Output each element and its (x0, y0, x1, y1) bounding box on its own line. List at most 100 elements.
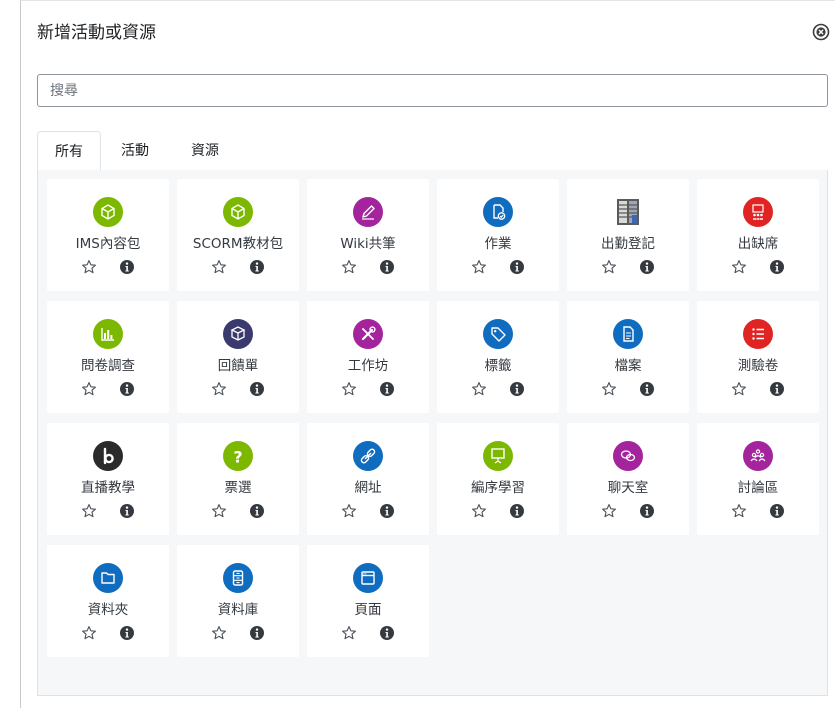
info-icon[interactable] (379, 503, 395, 519)
star-icon[interactable] (601, 381, 617, 397)
star-icon[interactable] (731, 381, 747, 397)
module-label: 頁面 (354, 602, 382, 618)
info-icon[interactable] (769, 503, 785, 519)
close-icon[interactable] (812, 23, 830, 41)
info-icon[interactable] (249, 625, 265, 641)
page-icon (353, 563, 383, 593)
dialog-title: 新增活動或資源 (37, 23, 156, 43)
search-input[interactable] (37, 74, 828, 107)
module-card[interactable]: ? 票選 (177, 423, 299, 535)
module-card[interactable]: 聊天室 (567, 423, 689, 535)
module-label: 網址 (354, 480, 382, 496)
module-label: 編序學習 (471, 480, 525, 496)
info-icon[interactable] (119, 259, 135, 275)
module-card[interactable]: 測驗卷 (697, 301, 819, 413)
info-icon[interactable] (119, 503, 135, 519)
star-icon[interactable] (81, 259, 97, 275)
link-icon (353, 441, 383, 471)
module-label: 檔案 (614, 358, 642, 374)
module-card[interactable]: SCORM教材包 (177, 179, 299, 291)
svg-text:?: ? (233, 448, 242, 467)
star-icon[interactable] (81, 625, 97, 641)
star-icon[interactable] (471, 381, 487, 397)
star-icon[interactable] (341, 381, 357, 397)
module-label: 聊天室 (607, 480, 649, 496)
module-card[interactable]: 頁面 (307, 545, 429, 657)
module-label: 回饋單 (217, 358, 259, 374)
add-activity-dialog: 新增活動或資源 所有 活動 資源 IMS內容包 SCORM教材包 Wiki共筆 作業 出… (20, 0, 835, 708)
info-icon[interactable] (119, 625, 135, 641)
star-icon[interactable] (471, 503, 487, 519)
module-card[interactable]: 問卷調查 (47, 301, 169, 413)
tag-icon (483, 319, 513, 349)
module-label: 直播教學 (81, 480, 135, 496)
tab-all[interactable]: 所有 (37, 131, 101, 172)
file-icon (613, 319, 643, 349)
module-label: 出勤登記 (601, 236, 655, 252)
question-icon: ? (223, 441, 253, 471)
module-card[interactable]: 標籤 (437, 301, 559, 413)
info-icon[interactable] (379, 625, 395, 641)
star-icon[interactable] (81, 503, 97, 519)
module-label: 作業 (484, 236, 512, 252)
info-icon[interactable] (249, 381, 265, 397)
info-icon[interactable] (119, 381, 135, 397)
module-card[interactable]: Wiki共筆 (307, 179, 429, 291)
star-icon[interactable] (341, 625, 357, 641)
star-icon[interactable] (81, 381, 97, 397)
star-icon[interactable] (211, 503, 227, 519)
star-icon[interactable] (341, 503, 357, 519)
star-icon[interactable] (211, 381, 227, 397)
module-card[interactable]: 出勤登記 (567, 179, 689, 291)
module-card[interactable]: 出缺席 (697, 179, 819, 291)
info-icon[interactable] (769, 259, 785, 275)
star-icon[interactable] (731, 259, 747, 275)
dialog-header: 新增活動或資源 (21, 1, 835, 59)
info-icon[interactable] (509, 259, 525, 275)
module-card[interactable]: 作業 (437, 179, 559, 291)
info-icon[interactable] (379, 259, 395, 275)
star-icon[interactable] (471, 259, 487, 275)
module-label: Wiki共筆 (340, 236, 396, 252)
info-icon[interactable] (379, 381, 395, 397)
module-card[interactable]: 資料夾 (47, 545, 169, 657)
module-label: 工作坊 (347, 358, 389, 374)
database-icon (223, 563, 253, 593)
module-card[interactable]: 檔案 (567, 301, 689, 413)
star-icon[interactable] (731, 503, 747, 519)
module-label: SCORM教材包 (192, 236, 284, 252)
star-icon[interactable] (211, 259, 227, 275)
info-icon[interactable] (249, 259, 265, 275)
forum-icon (743, 441, 773, 471)
tab-resources[interactable]: 資源 (181, 131, 229, 171)
info-icon[interactable] (249, 503, 265, 519)
info-icon[interactable] (639, 381, 655, 397)
attendance-icon (613, 197, 643, 227)
star-icon[interactable] (211, 625, 227, 641)
info-icon[interactable] (509, 381, 525, 397)
chat-icon (613, 441, 643, 471)
module-card[interactable]: IMS內容包 (47, 179, 169, 291)
info-icon[interactable] (769, 381, 785, 397)
module-card[interactable]: 網址 (307, 423, 429, 535)
module-card[interactable]: 資料庫 (177, 545, 299, 657)
module-label: IMS內容包 (75, 236, 141, 252)
category-tabs: 所有 活動 資源 (37, 131, 828, 172)
module-card[interactable]: 工作坊 (307, 301, 429, 413)
info-icon[interactable] (509, 503, 525, 519)
attendance-group-icon (743, 197, 773, 227)
module-card[interactable]: 回饋單 (177, 301, 299, 413)
module-card[interactable]: 編序學習 (437, 423, 559, 535)
module-card[interactable]: 直播教學 (47, 423, 169, 535)
star-icon[interactable] (601, 503, 617, 519)
module-card[interactable]: 討論區 (697, 423, 819, 535)
presentation-icon (483, 441, 513, 471)
info-icon[interactable] (639, 503, 655, 519)
star-icon[interactable] (601, 259, 617, 275)
package-icon (223, 197, 253, 227)
info-icon[interactable] (639, 259, 655, 275)
star-icon[interactable] (341, 259, 357, 275)
tab-activities[interactable]: 活動 (111, 131, 159, 171)
bigbluebutton-icon (93, 441, 123, 471)
module-label: 討論區 (737, 480, 779, 496)
